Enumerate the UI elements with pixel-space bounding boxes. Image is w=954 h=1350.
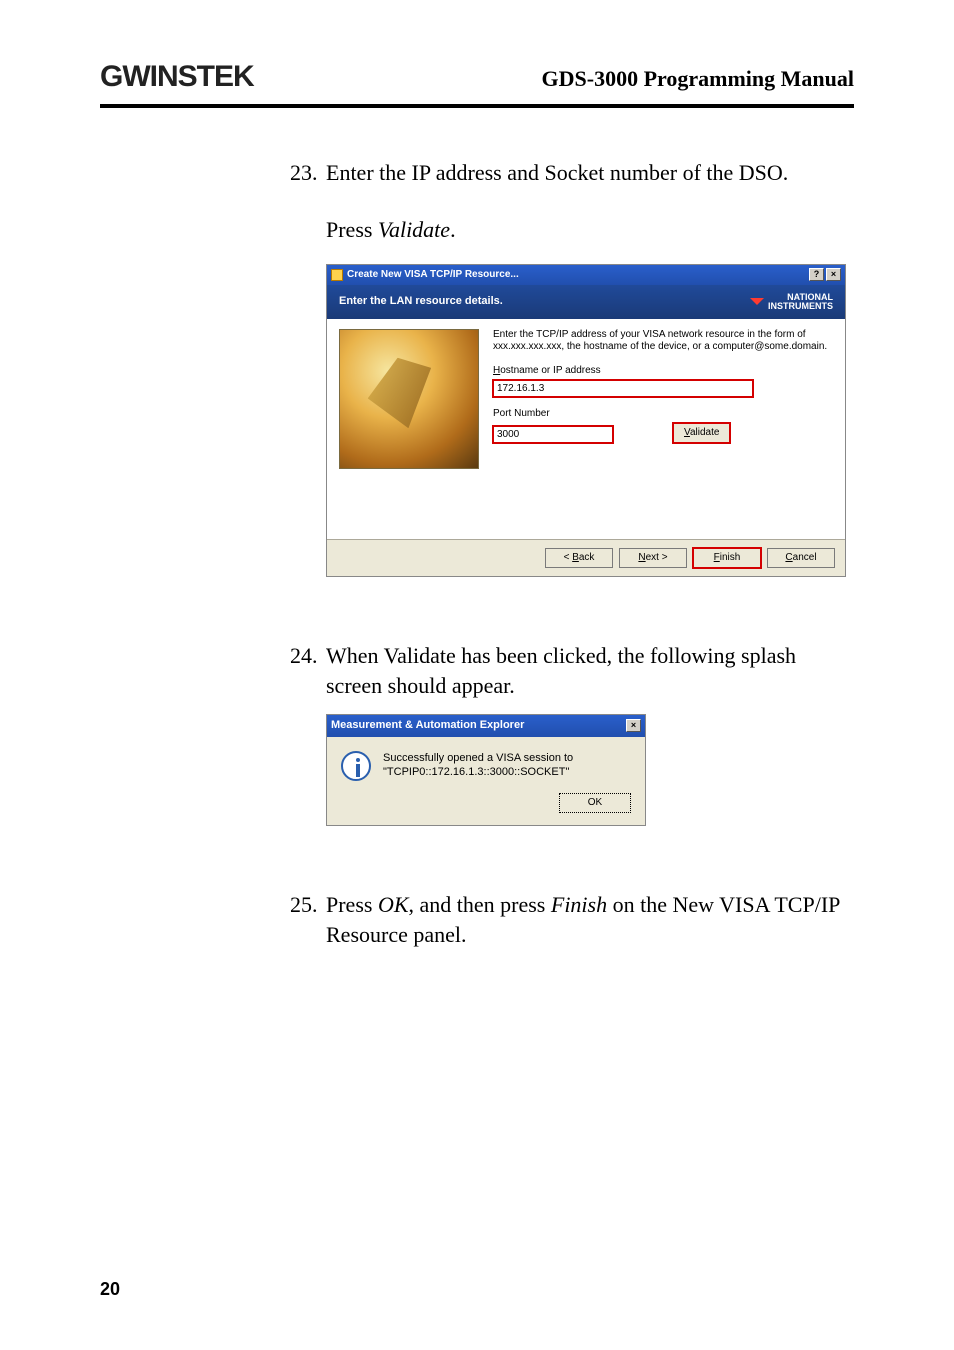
close-button[interactable]: ×	[626, 719, 641, 732]
step-number: 23.	[290, 158, 326, 613]
splash-titlebar[interactable]: Measurement & Automation Explorer ×	[327, 715, 645, 736]
step-number: 24.	[290, 641, 326, 862]
step-number: 25.	[290, 890, 326, 952]
manual-title: GDS-3000 Programming Manual	[542, 66, 854, 92]
splash-title-text: Measurement & Automation Explorer	[331, 718, 524, 733]
step-text: Enter the IP address and Socket number o…	[326, 158, 854, 189]
brand-logo: GWINSTEK	[100, 60, 254, 94]
wizard-intro-text: Enter the TCP/IP address of your VISA ne…	[493, 329, 833, 354]
wizard-titlebar[interactable]: Create New VISA TCP/IP Resource... ? ×	[327, 265, 845, 285]
close-button[interactable]: ×	[826, 268, 841, 281]
wizard-banner-text: Enter the LAN resource details.	[339, 294, 503, 309]
step-text: When Validate has been clicked, the foll…	[326, 641, 854, 703]
step-subtext: Press Validate.	[326, 215, 854, 246]
wizard-footer: < Back Next > Finish Cancel	[327, 539, 845, 576]
wizard-title-text: Create New VISA TCP/IP Resource...	[347, 268, 519, 282]
hostname-input[interactable]: 172.16.1.3	[493, 380, 753, 397]
step-25: 25. Press OK, and then press Finish on t…	[290, 890, 854, 952]
visa-wizard-dialog: Create New VISA TCP/IP Resource... ? × E…	[326, 264, 846, 577]
port-label: Port Number	[493, 407, 833, 421]
header-rule	[100, 104, 854, 108]
step-24: 24. When Validate has been clicked, the …	[290, 641, 854, 862]
info-icon	[341, 751, 371, 781]
wizard-illustration	[339, 329, 479, 469]
splash-message: Successfully opened a VISA session to "T…	[383, 751, 573, 780]
wizard-app-icon	[331, 269, 343, 281]
hostname-label: Hostname or IP address	[493, 364, 833, 378]
wizard-banner: Enter the LAN resource details. NATIONAL…	[327, 285, 845, 319]
page-number: 20	[100, 1279, 120, 1300]
finish-button[interactable]: Finish	[693, 548, 761, 568]
ni-logo: NATIONAL INSTRUMENTS	[750, 293, 833, 311]
cancel-button[interactable]: Cancel	[767, 548, 835, 568]
back-button[interactable]: < Back	[545, 548, 613, 568]
validate-button[interactable]: Validate	[673, 423, 730, 443]
help-button[interactable]: ?	[809, 268, 824, 281]
ok-button[interactable]: OK	[559, 793, 631, 813]
step-23: 23. Enter the IP address and Socket numb…	[290, 158, 854, 613]
next-button[interactable]: Next >	[619, 548, 687, 568]
step-text: Press OK, and then press Finish on the N…	[326, 890, 854, 952]
splash-dialog: Measurement & Automation Explorer × Succ…	[326, 714, 646, 825]
ni-logo-icon	[750, 298, 764, 305]
port-input[interactable]: 3000	[493, 426, 613, 443]
